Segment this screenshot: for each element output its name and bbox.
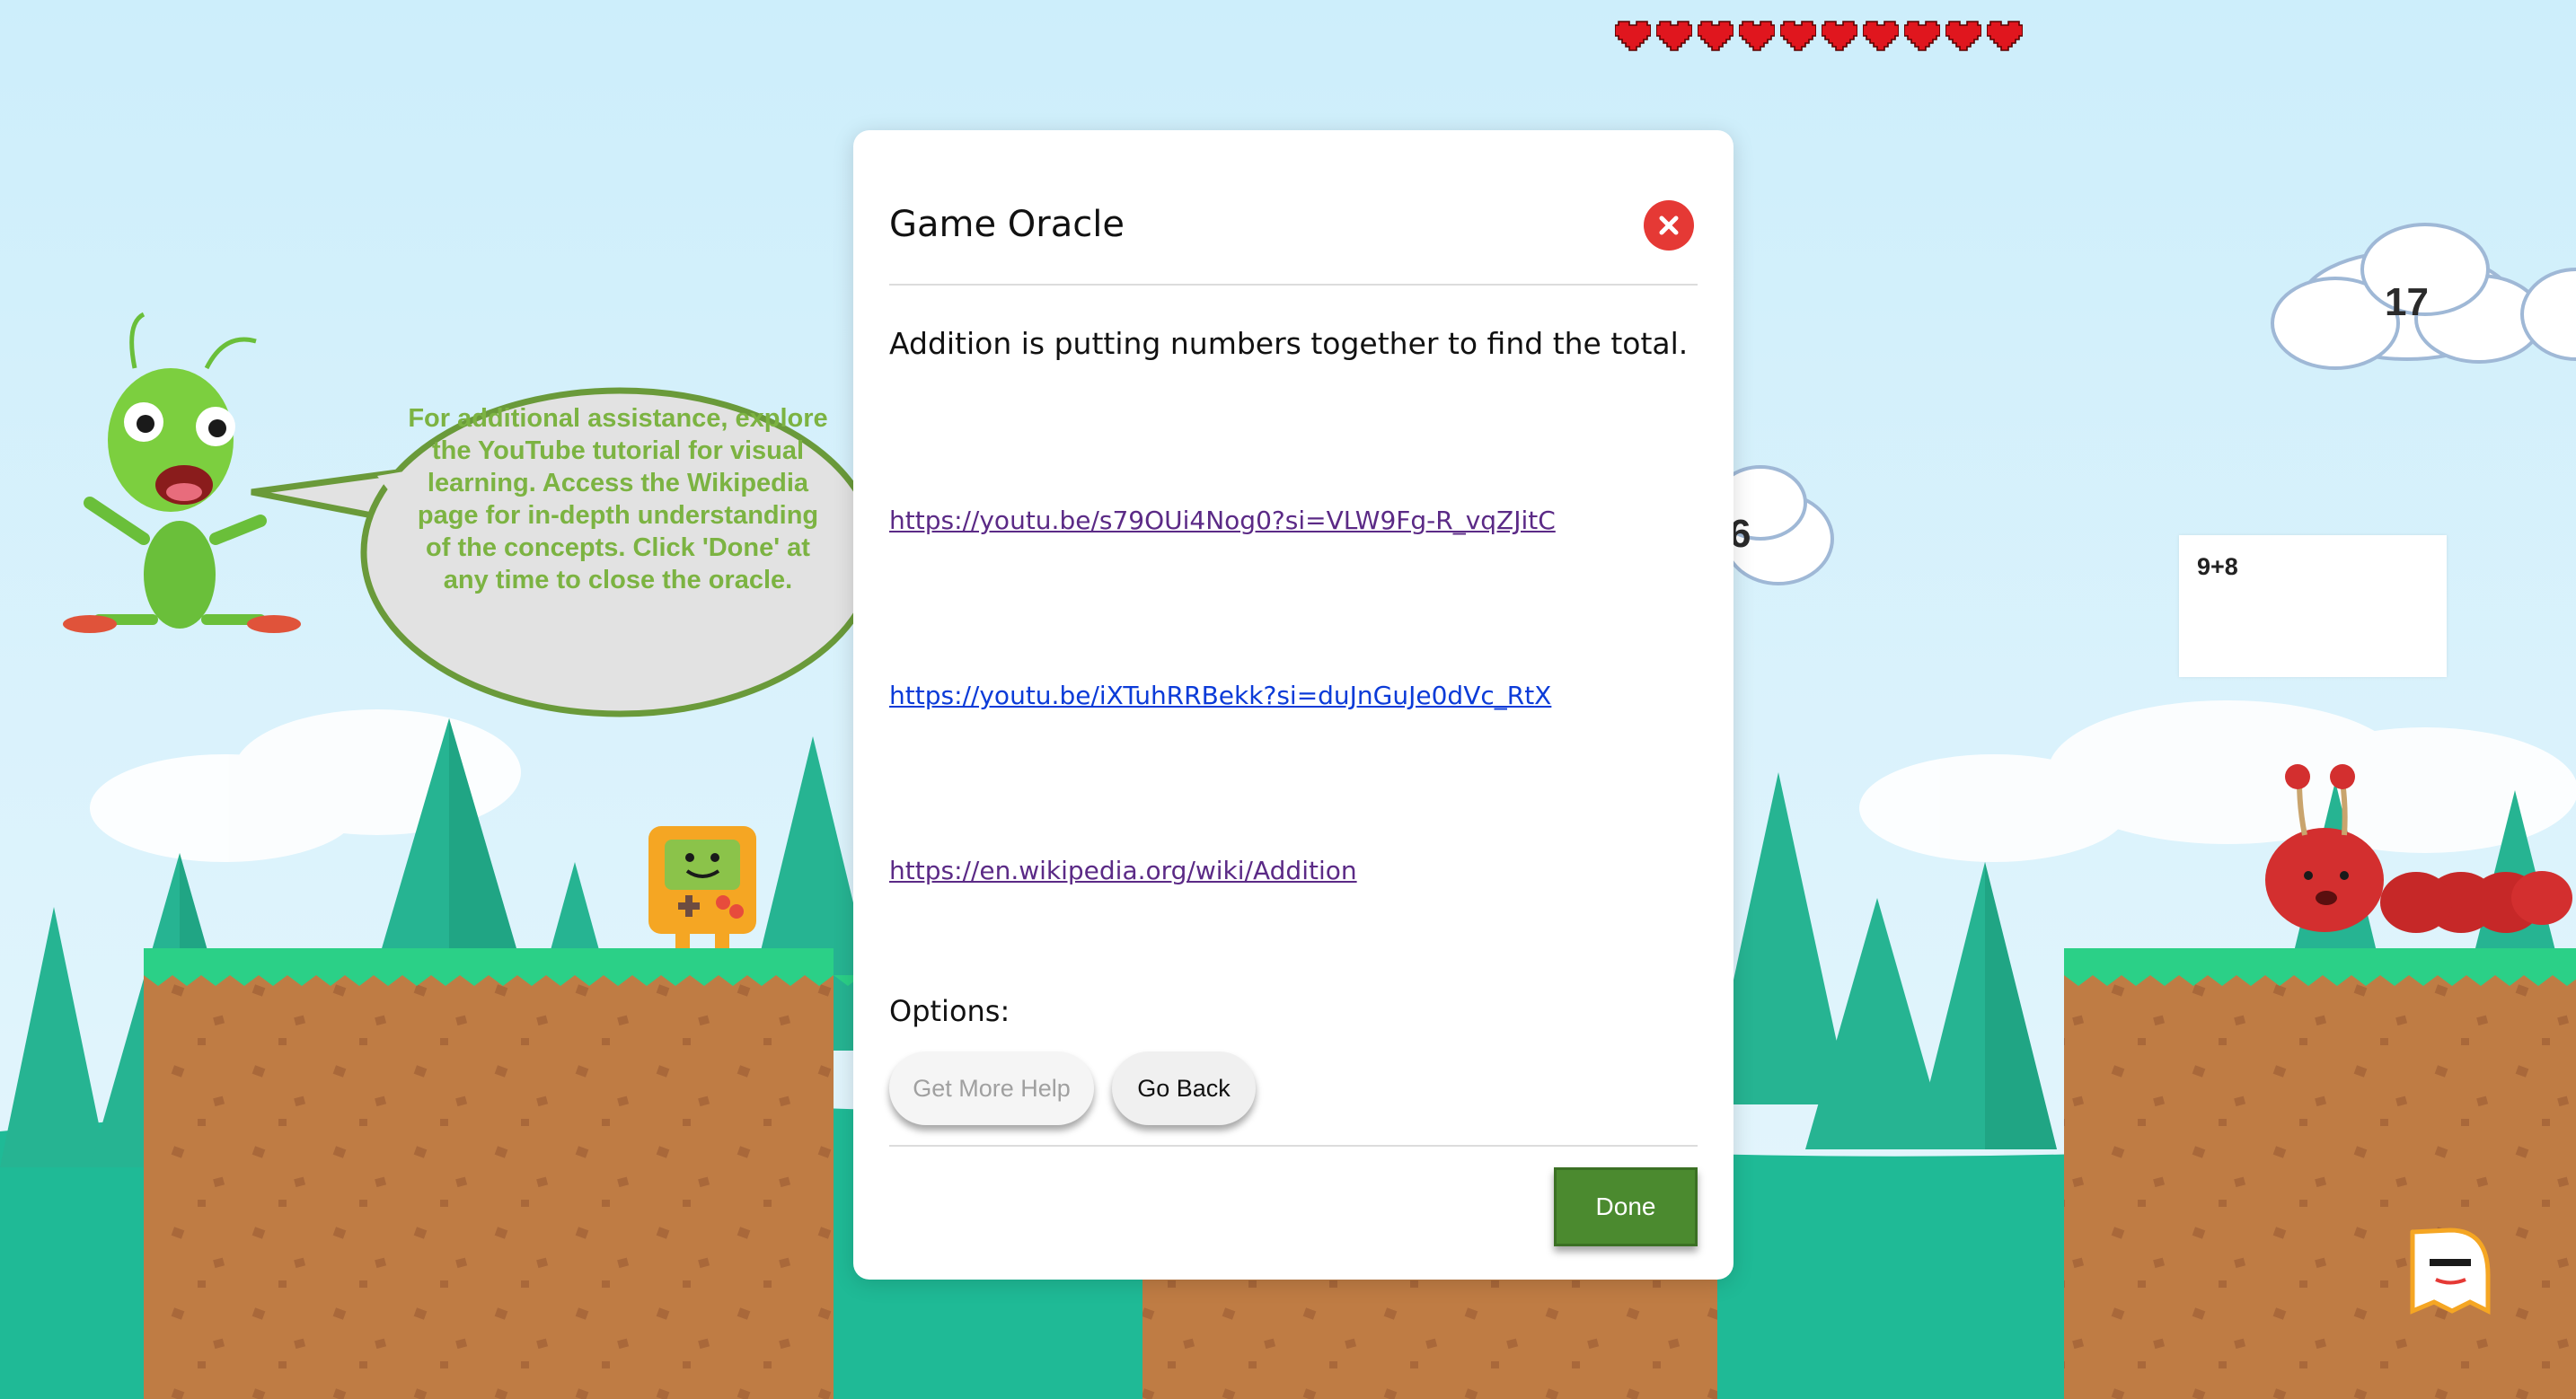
done-button[interactable]: Done xyxy=(1554,1167,1698,1246)
heart-icon xyxy=(1739,21,1775,51)
heart-icon xyxy=(1822,21,1857,51)
link-wikipedia[interactable]: https://en.wikipedia.org/wiki/Addition xyxy=(889,856,1357,885)
question-expression: 9+8 xyxy=(2197,553,2238,580)
modal-divider-bottom xyxy=(889,1145,1698,1147)
gameboy-character xyxy=(648,826,756,948)
platform-right xyxy=(2064,948,2576,1399)
get-more-help-button[interactable]: Get More Help xyxy=(889,1051,1094,1125)
heart-icon xyxy=(1780,21,1816,51)
heart-icon xyxy=(1904,21,1940,51)
link-youtube-1[interactable]: https://youtu.be/s79OUi4Nog0?si=VLW9Fg-R… xyxy=(889,506,1556,535)
cloud-number-17[interactable]: 17 xyxy=(2385,280,2429,325)
platform-left xyxy=(144,948,891,1399)
question-box: 9+8 xyxy=(2179,535,2447,677)
heart-icon xyxy=(1615,21,1651,51)
link-youtube-2[interactable]: https://youtu.be/iXTuhRRBekk?si=duJnGuJe… xyxy=(889,681,1551,710)
options-label: Options: xyxy=(889,994,1010,1028)
helper-speech-text: For additional assistance, explore the Y… xyxy=(408,404,828,594)
modal-divider-top xyxy=(889,284,1698,286)
game-scene: 17 6 9+8 For additional assistance, expl… xyxy=(0,0,2576,1399)
platform-middle xyxy=(1142,1275,1717,1399)
ghost-mascot xyxy=(2410,1227,2491,1315)
game-oracle-modal: Game Oracle Addition is putting numbers … xyxy=(853,130,1734,1280)
heart-icon xyxy=(1863,21,1899,51)
go-back-button[interactable]: Go Back xyxy=(1112,1051,1256,1125)
heart-icon xyxy=(1698,21,1734,51)
modal-title: Game Oracle xyxy=(889,204,1125,245)
close-button[interactable] xyxy=(1644,200,1694,251)
close-icon xyxy=(1659,216,1679,235)
modal-message: Addition is putting numbers together to … xyxy=(889,326,1689,361)
heart-icon xyxy=(1656,21,1692,51)
heart-icon xyxy=(1945,21,1981,51)
lives-hud xyxy=(1615,18,2023,52)
heart-icon xyxy=(1987,21,2023,51)
